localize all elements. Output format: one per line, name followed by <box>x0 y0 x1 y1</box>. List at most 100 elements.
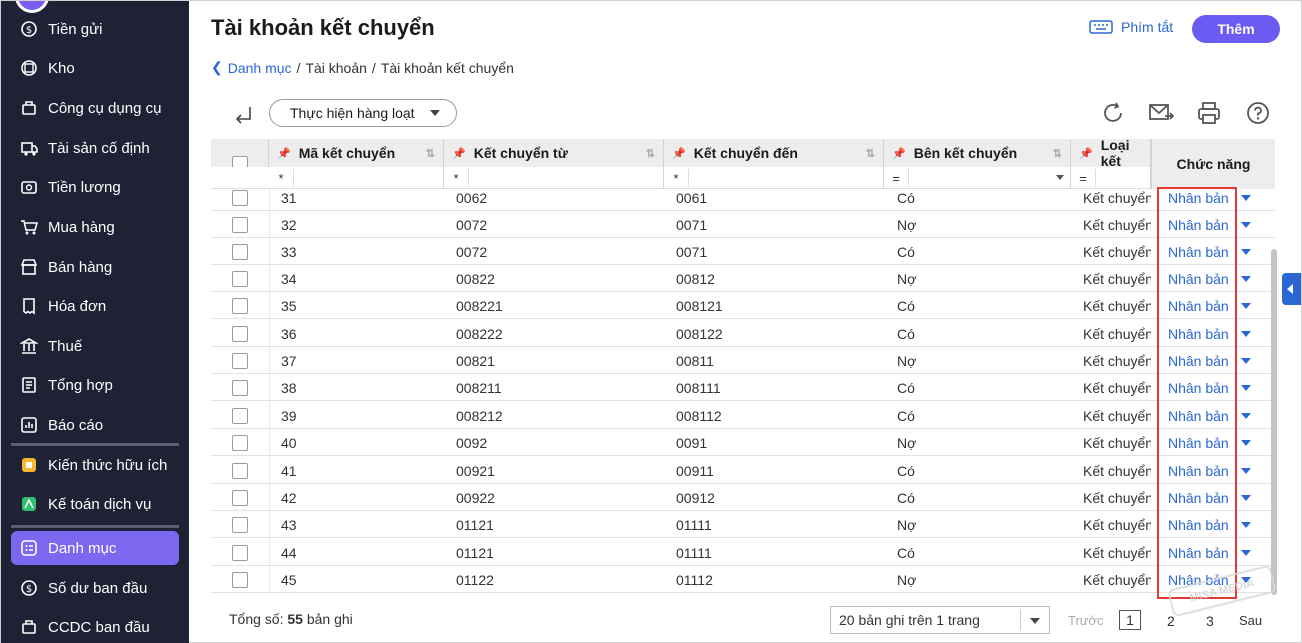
sidebar-extra-1[interactable]: Kế toán dịch vụ <box>11 487 179 521</box>
table-row[interactable]: 45 01122 01112 Nợ Kết chuyển Nhân bản <box>211 566 1275 593</box>
sort-icon[interactable]: ⇅ <box>646 147 655 160</box>
col-header-type[interactable]: 📌 Loại kết <box>1071 139 1151 167</box>
row-checkbox[interactable] <box>232 544 248 561</box>
sidebar-item-7[interactable]: Hóa đơn <box>11 289 179 323</box>
caret-down-icon[interactable] <box>1241 249 1251 255</box>
sidebar-item-8[interactable]: Thuế <box>11 329 179 363</box>
row-checkbox[interactable] <box>232 434 248 451</box>
col-header-side[interactable]: 📌 Bên kết chuyển ⇅ <box>884 139 1071 167</box>
col-header-code[interactable]: 📌 Mã kết chuyển ⇅ <box>269 139 444 167</box>
bulk-action-dropdown[interactable]: Thực hiện hàng loạt <box>269 99 457 127</box>
page-1-button[interactable]: 1 <box>1119 610 1141 630</box>
cell-from: 008211 <box>456 379 502 396</box>
table-row[interactable]: 38 008211 008111 Có Kết chuyển Nhân bản <box>211 374 1275 401</box>
sidebar-item-0[interactable]: $ Tiền gửi <box>11 12 179 46</box>
sort-icon[interactable]: ⇅ <box>1053 147 1062 160</box>
page-size-select[interactable]: 20 bản ghi trên 1 trang <box>830 606 1050 634</box>
col-header-function: Chức năng <box>1151 139 1275 189</box>
table-row[interactable]: 39 008212 008112 Có Kết chuyển Nhân bản <box>211 402 1275 429</box>
pin-icon[interactable]: 📌 <box>277 147 291 160</box>
pin-icon[interactable]: 📌 <box>1079 147 1093 160</box>
row-checkbox[interactable] <box>232 516 248 533</box>
table-row[interactable]: 32 0072 0071 Nợ Kết chuyển Nhân bản <box>211 211 1275 238</box>
page-3-button[interactable]: 3 <box>1206 613 1214 629</box>
row-checkbox[interactable] <box>232 571 248 588</box>
caret-down-icon[interactable] <box>1241 495 1251 501</box>
sort-icon[interactable]: ⇅ <box>866 147 875 160</box>
next-page-button[interactable]: Sau <box>1239 613 1262 628</box>
refresh-icon[interactable] <box>1099 99 1127 127</box>
sidebar-item-3[interactable]: Tài sản cố định <box>11 131 179 165</box>
table-row[interactable]: 34 00822 00812 Nợ Kết chuyển Nhân bản <box>211 265 1275 292</box>
chevron-left-icon[interactable]: ❮ <box>211 59 223 76</box>
caret-down-icon[interactable] <box>1241 303 1251 309</box>
sidebar-extra-0[interactable]: Kiến thức hữu ích <box>11 448 179 482</box>
cell-type: Kết chuyển <box>1083 462 1151 479</box>
sidebar-item-1[interactable]: Kho <box>11 51 179 85</box>
col-header-to[interactable]: 📌 Kết chuyển đến ⇅ <box>664 139 884 167</box>
sidebar-bottom-2[interactable]: CCDC ban đầu <box>11 610 179 643</box>
col-header-from[interactable]: 📌 Kết chuyển từ ⇅ <box>444 139 664 167</box>
caret-down-icon[interactable] <box>1241 522 1251 528</box>
pin-icon[interactable]: 📌 <box>452 147 466 160</box>
sidebar: $ Tiền gửi Kho Công cụ dụng cụ Tài sản cố đị… <box>1 1 189 643</box>
vertical-scrollbar[interactable] <box>1271 249 1277 595</box>
row-checkbox[interactable] <box>232 216 248 233</box>
pin-icon[interactable]: 📌 <box>672 147 686 160</box>
table-row[interactable]: 33 0072 0071 Có Kết chuyển Nhân bản <box>211 238 1275 265</box>
row-checkbox[interactable] <box>232 407 248 424</box>
sidebar-item-6[interactable]: Bán hàng <box>11 250 179 284</box>
row-checkbox[interactable] <box>232 243 248 260</box>
table-row[interactable]: 41 00921 00911 Có Kết chuyển Nhân bản <box>211 457 1275 484</box>
row-checkbox[interactable] <box>232 297 248 314</box>
caret-down-icon[interactable] <box>1241 550 1251 556</box>
sidebar-item-10[interactable]: Báo cáo <box>11 408 179 442</box>
shortcut-button[interactable]: Phím tắt <box>1089 19 1173 35</box>
pin-icon[interactable]: 📌 <box>892 147 906 160</box>
table-row[interactable]: 43 01121 01111 Nợ Kết chuyển Nhân bản <box>211 511 1275 538</box>
sidebar-item-9[interactable]: Tổng hợp <box>11 368 179 402</box>
caret-down-icon[interactable] <box>1241 468 1251 474</box>
row-checkbox[interactable] <box>232 270 248 287</box>
collapse-arrow-icon[interactable] <box>233 105 255 132</box>
table-row[interactable]: 40 0092 0091 Nợ Kết chuyển Nhân bản <box>211 429 1275 456</box>
sidebar-item-5[interactable]: Mua hàng <box>11 210 179 244</box>
sidebar-bottom-1[interactable]: $ Số dư ban đầu <box>11 571 179 605</box>
caret-down-icon[interactable] <box>1241 276 1251 282</box>
side-panel-toggle[interactable] <box>1282 273 1301 305</box>
table-row[interactable]: 36 008222 008122 Có Kết chuyển Nhân bản <box>211 320 1275 347</box>
sidebar-item-label: Tiền gửi <box>48 20 103 38</box>
sidebar-bottom-0[interactable]: Danh mục <box>11 531 179 565</box>
row-checkbox[interactable] <box>232 379 248 396</box>
prev-page-button[interactable]: Trước <box>1068 613 1104 628</box>
sidebar-item-2[interactable]: Công cụ dụng cụ <box>11 91 179 125</box>
caret-down-icon[interactable] <box>1241 195 1251 201</box>
row-checkbox[interactable] <box>232 352 248 369</box>
breadcrumb-root[interactable]: Danh mục <box>228 60 292 76</box>
caret-down-icon[interactable] <box>1241 222 1251 228</box>
row-checkbox[interactable] <box>232 189 248 206</box>
sort-icon[interactable]: ⇅ <box>426 147 435 160</box>
table-row[interactable]: 35 008221 008121 Có Kết chuyển Nhân bản <box>211 292 1275 319</box>
cell-code: 36 <box>281 325 297 342</box>
row-checkbox[interactable] <box>232 325 248 342</box>
sidebar-item-4[interactable]: Tiền lương <box>11 170 179 204</box>
row-checkbox[interactable] <box>232 489 248 506</box>
table-row[interactable]: 42 00922 00912 Có Kết chuyển Nhân bản <box>211 484 1275 511</box>
send-mail-icon[interactable] <box>1147 99 1175 127</box>
caret-down-icon[interactable] <box>1241 358 1251 364</box>
print-icon[interactable] <box>1195 99 1223 127</box>
row-checkbox[interactable] <box>232 462 248 479</box>
caret-down-icon[interactable] <box>1241 331 1251 337</box>
help-icon[interactable] <box>1244 99 1272 127</box>
caret-down-icon[interactable] <box>1241 385 1251 391</box>
table-row[interactable]: 37 00821 00811 Nợ Kết chuyển Nhân bản <box>211 347 1275 374</box>
caret-down-icon[interactable] <box>1241 413 1251 419</box>
caret-down-icon[interactable] <box>1241 440 1251 446</box>
add-button[interactable]: Thêm <box>1192 15 1280 43</box>
invoice-icon <box>19 296 39 316</box>
table-row[interactable]: 31 0062 0061 Có Kết chuyển Nhân bản <box>211 184 1275 211</box>
page-2-button[interactable]: 2 <box>1167 613 1175 629</box>
chevron-down-icon[interactable] <box>1056 175 1064 180</box>
table-row[interactable]: 44 01121 01111 Có Kết chuyển Nhân bản <box>211 539 1275 566</box>
